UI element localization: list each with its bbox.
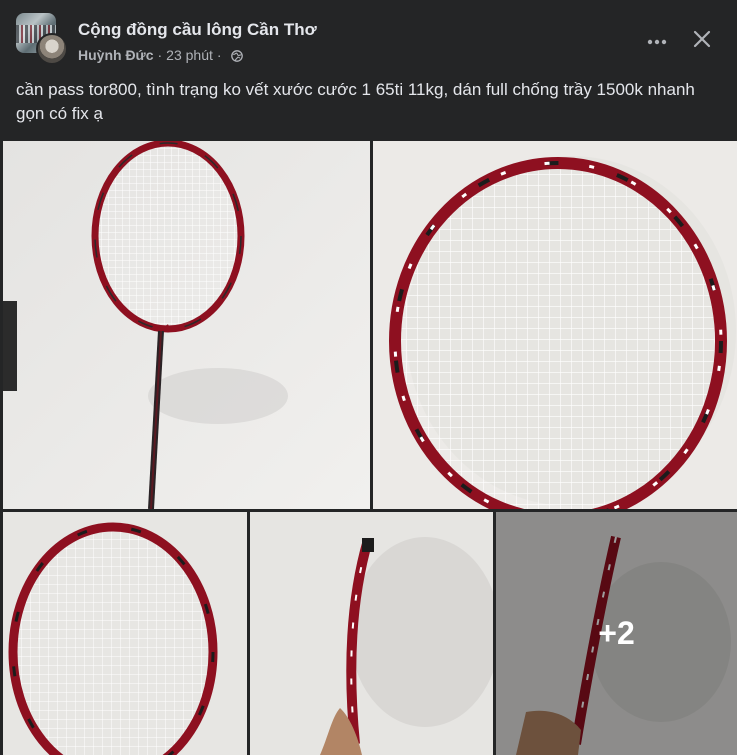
more-horizontal-icon — [647, 32, 667, 50]
post-meta: Huỳnh Đức · 23 phút · — [78, 47, 243, 63]
close-post-button[interactable] — [686, 25, 718, 57]
meta-separator-2: · — [216, 47, 222, 63]
post-photo-1[interactable] — [3, 141, 370, 509]
globe-icon — [230, 49, 243, 62]
more-photos-overlay[interactable]: +2 — [496, 512, 737, 755]
close-icon — [693, 30, 711, 53]
feed-post: Cộng đồng cầu lông Cần Thơ Huỳnh Đức · 2… — [0, 0, 737, 755]
group-name-link[interactable]: Cộng đồng cầu lông Cần Thơ — [78, 20, 317, 40]
racket-photo-full — [3, 141, 370, 509]
racket-photo-head — [373, 141, 737, 509]
racket-photo-side — [250, 512, 493, 755]
post-text: cần pass tor800, tình trạng ko vết xước … — [16, 80, 695, 123]
more-options-button[interactable] — [641, 25, 673, 57]
racket-photo-angle — [3, 512, 247, 755]
more-photos-count: +2 — [598, 615, 635, 651]
author-avatar[interactable] — [36, 33, 68, 65]
post-photo-5[interactable]: +2 — [496, 512, 737, 755]
post-photo-2[interactable] — [373, 141, 737, 509]
meta-separator: · — [157, 47, 163, 63]
post-timestamp[interactable]: 23 phút — [166, 47, 213, 63]
author-name-link[interactable]: Huỳnh Đức — [78, 47, 153, 63]
post-photo-3[interactable] — [3, 512, 247, 755]
post-header: Cộng đồng cầu lông Cần Thơ Huỳnh Đức · 2… — [0, 0, 737, 70]
post-photo-4[interactable] — [250, 512, 493, 755]
